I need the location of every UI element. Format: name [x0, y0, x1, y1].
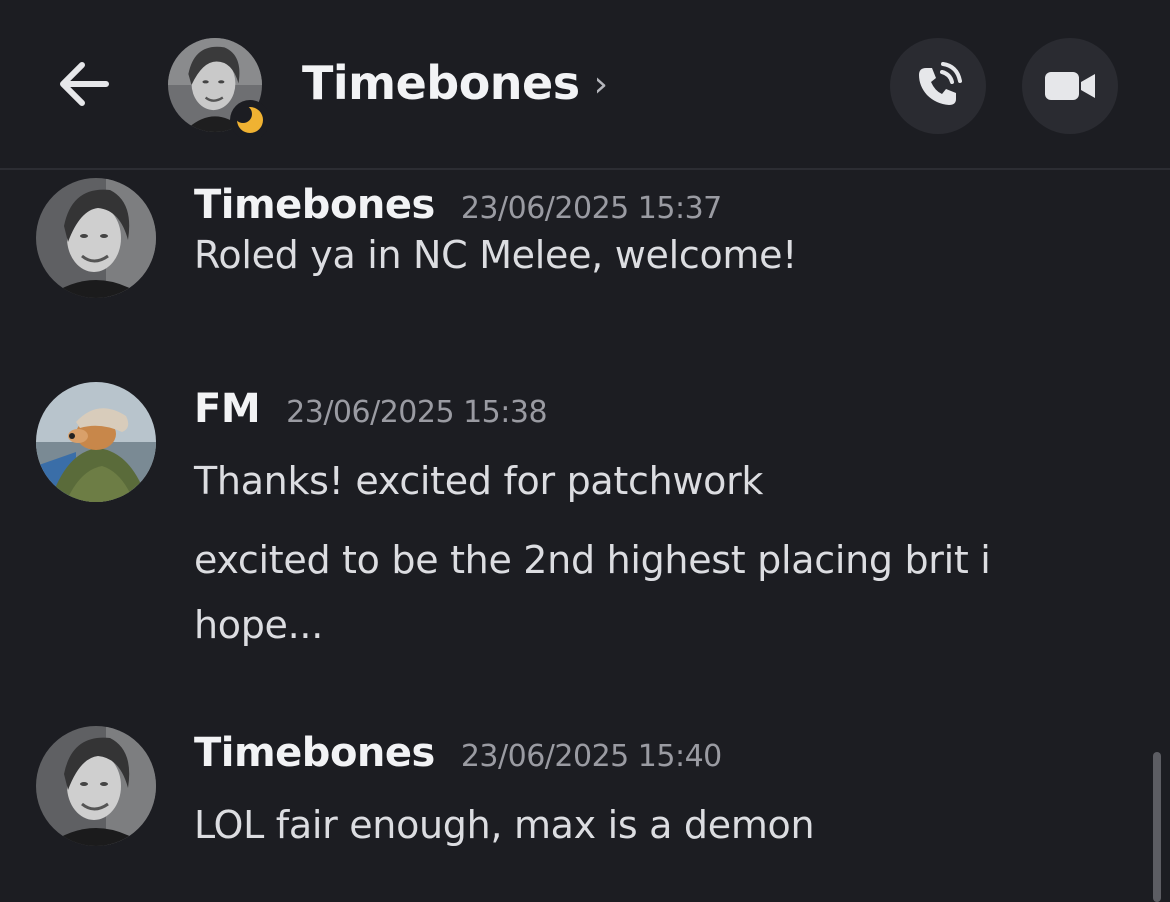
- dm-screen: Timebones › Timebones 23/06/2025 15:37 R…: [0, 0, 1170, 902]
- message-text: excited to be the 2nd highest placing br…: [194, 538, 991, 582]
- message-text: hope...: [194, 603, 323, 647]
- chat-title-text: Timebones: [302, 56, 580, 110]
- message-group[interactable]: FM 23/06/2025 15:38 Thanks! excited for …: [0, 382, 1170, 662]
- arrow-left-icon: [60, 62, 109, 106]
- message-group[interactable]: Timebones 23/06/2025 15:37 Roled ya in N…: [0, 178, 1170, 308]
- chat-header: Timebones ›: [0, 0, 1170, 168]
- author-name[interactable]: Timebones: [194, 730, 435, 776]
- video-camera-icon: [1045, 72, 1095, 100]
- header-avatar[interactable]: [168, 38, 270, 140]
- timestamp: 23/06/2025 15:37: [460, 191, 722, 226]
- message-text: Thanks! excited for patchwork: [194, 459, 764, 503]
- message-text: Roled ya in NC Melee, welcome!: [194, 233, 798, 277]
- message-group[interactable]: Timebones 23/06/2025 15:40 LOL fair enou…: [0, 726, 1170, 856]
- video-call-button[interactable]: [1022, 38, 1118, 134]
- phone-call-icon: [919, 62, 962, 105]
- back-button[interactable]: [52, 52, 116, 116]
- scrollbar[interactable]: [1153, 752, 1161, 902]
- chat-title[interactable]: Timebones ›: [302, 56, 608, 110]
- header-divider: [0, 168, 1170, 170]
- message-header: FM 23/06/2025 15:38: [194, 386, 548, 432]
- timestamp: 23/06/2025 15:40: [460, 739, 722, 774]
- timestamp: 23/06/2025 15:38: [286, 395, 548, 430]
- author-name[interactable]: FM: [194, 386, 261, 432]
- voice-call-button[interactable]: [890, 38, 986, 134]
- chevron-right-icon: ›: [593, 63, 608, 105]
- avatar[interactable]: [36, 382, 156, 502]
- avatar[interactable]: [36, 726, 156, 846]
- message-text: LOL fair enough, max is a demon: [194, 803, 815, 847]
- avatar[interactable]: [36, 178, 156, 298]
- message-header: Timebones 23/06/2025 15:40: [194, 730, 722, 776]
- idle-status-icon: [230, 100, 270, 140]
